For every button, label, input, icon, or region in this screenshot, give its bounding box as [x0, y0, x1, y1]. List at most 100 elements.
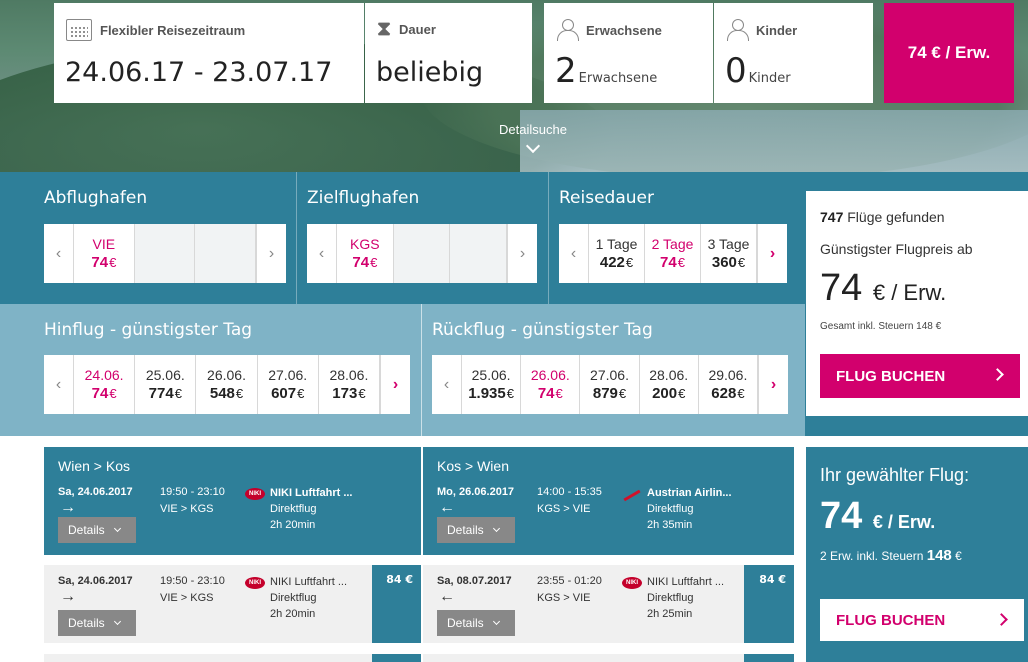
- flight-airports: VIE > KGS: [160, 503, 214, 515]
- travel-period-field[interactable]: Flexibler Reisezeitraum 24.06.17 - 23.07…: [54, 3, 364, 103]
- empty-slot: [450, 224, 508, 283]
- list-item[interactable]: [423, 654, 744, 662]
- hero-water: [520, 110, 1028, 172]
- chevron-left-icon[interactable]: ‹: [559, 224, 589, 283]
- divider: [548, 172, 549, 304]
- chevron-right-icon: [991, 368, 1004, 381]
- niki-logo-icon: NIKI: [245, 488, 265, 500]
- details-button[interactable]: Details: [58, 610, 136, 636]
- duration-option[interactable]: 3 Tage 360€: [701, 224, 757, 283]
- price-unit: € / Erw.: [872, 512, 936, 532]
- chevron-left-icon[interactable]: ‹: [432, 355, 462, 414]
- alternative-outbound-flight[interactable]: Sa, 24.06.2017 → 19:50 - 23:10 VIE > KGS…: [44, 565, 372, 643]
- destination-airport-title: Zielflughafen: [307, 188, 420, 208]
- chevron-down-icon: [113, 524, 121, 533]
- flight-airports: KGS > VIE: [537, 592, 591, 604]
- alt-outbound-price[interactable]: 84 €: [372, 565, 421, 643]
- return-day-carousel: ‹ 25.06. 1.935€ 26.06. 74€ 27.06. 879€ 28.0…: [432, 355, 788, 414]
- currency: €: [955, 549, 962, 563]
- adults-field[interactable]: Erwachsene 2 Erwachsene: [544, 3, 713, 103]
- travel-period-value: 24.06.17 - 23.07.17: [65, 57, 333, 88]
- alt-return-price[interactable]: 84 €: [744, 565, 794, 643]
- niki-logo-icon: NIKI: [622, 577, 642, 589]
- flight-duration: 2h 20min: [270, 519, 316, 531]
- duration-option[interactable]: 1 Tage 422€: [589, 224, 645, 283]
- outbound-day[interactable]: 25.06. 774€: [135, 355, 197, 414]
- calendar-icon: [66, 19, 92, 41]
- flight-date: Sa, 08.07.2017: [437, 575, 512, 587]
- chevron-right-icon[interactable]: ›: [507, 224, 537, 283]
- details-button[interactable]: Details: [437, 610, 515, 636]
- return-day[interactable]: 28.06. 200€: [640, 355, 699, 414]
- chevron-right-icon[interactable]: ›: [380, 355, 410, 414]
- chevron-right-icon[interactable]: ›: [757, 224, 787, 283]
- hourglass-icon: ⧗: [377, 18, 392, 40]
- flight-date: Sa, 24.06.2017: [58, 575, 133, 587]
- chevron-down-icon: [113, 617, 121, 626]
- detail-search-toggle[interactable]: Detailsuche: [490, 122, 576, 154]
- book-flight-button[interactable]: FLUG BUCHEN: [820, 354, 1020, 398]
- chevron-down-icon: [492, 617, 500, 626]
- flight-count: 747: [820, 209, 844, 225]
- return-day[interactable]: 29.06. 628€: [699, 355, 759, 414]
- flight-type: Direktflug: [270, 592, 317, 604]
- children-field[interactable]: Kinder 0 Kinder: [714, 3, 873, 103]
- divider: [296, 172, 297, 304]
- chevron-right-icon[interactable]: ›: [256, 224, 286, 283]
- details-button[interactable]: Details: [437, 517, 515, 543]
- duration-option[interactable]: 2 Tage 74€: [645, 224, 701, 283]
- price-unit: € / Erw.: [872, 280, 947, 305]
- empty-slot: [195, 224, 257, 283]
- chevron-down-icon: [525, 138, 541, 154]
- duration-field[interactable]: ⧗ Dauer beliebig: [365, 3, 532, 103]
- chevron-left-icon[interactable]: ‹: [307, 224, 337, 283]
- book-flight-button[interactable]: FLUG BUCHEN: [820, 599, 1024, 641]
- flights-found-label: Flüge gefunden: [847, 209, 945, 225]
- outbound-day[interactable]: 27.06. 607€: [258, 355, 319, 414]
- route-label: Wien > Kos: [58, 458, 130, 474]
- departure-carousel: ‹ VIE 74€ ›: [44, 224, 286, 283]
- cheapest-label: Günstigster Flugpreis ab: [820, 241, 973, 257]
- outbound-day[interactable]: 24.06. 74€: [74, 355, 136, 414]
- airline-name: NIKI Luftfahrt ...: [270, 487, 353, 499]
- flight-time: 23:55 - 01:20: [537, 575, 602, 587]
- airline-name: NIKI Luftfahrt ...: [647, 576, 725, 588]
- flight-airports: VIE > KGS: [160, 592, 214, 604]
- outbound-day[interactable]: 28.06. 173€: [319, 355, 381, 414]
- flight-date: Sa, 24.06.2017: [58, 486, 133, 498]
- flight-type: Direktflug: [647, 503, 694, 515]
- selected-price: 74: [820, 495, 863, 537]
- flight-duration: 2h 35min: [647, 519, 693, 531]
- price-cell: [372, 654, 421, 662]
- return-day[interactable]: 25.06. 1.935€: [462, 355, 522, 414]
- flight-date: Mo, 26.06.2017: [437, 486, 515, 498]
- chevron-left-icon[interactable]: ‹: [44, 355, 74, 414]
- cheapest-price: 74: [820, 267, 863, 309]
- chevron-left-icon[interactable]: ‹: [44, 224, 74, 283]
- destination-option[interactable]: KGS 74€: [337, 224, 394, 283]
- summary-card: 747 Flüge gefunden Günstigster Flugpreis…: [806, 191, 1028, 416]
- selected-return-flight[interactable]: Kos > Wien Mo, 26.06.2017 ← 14:00 - 15:3…: [423, 447, 794, 555]
- alternative-return-flight[interactable]: Sa, 08.07.2017 ← 23:55 - 01:20 KGS > VIE…: [423, 565, 744, 643]
- selected-outbound-flight[interactable]: Wien > Kos Sa, 24.06.2017 → 19:50 - 23:1…: [44, 447, 421, 555]
- selected-flight-panel: Ihr gewählter Flug: 74 € / Erw. 2 Erw. i…: [806, 447, 1028, 662]
- details-button[interactable]: Details: [58, 517, 136, 543]
- travel-period-label: Flexibler Reisezeitraum: [100, 22, 246, 38]
- return-title: Rückflug - günstigster Tag: [432, 320, 653, 340]
- chevron-right-icon[interactable]: ›: [758, 355, 788, 414]
- return-day[interactable]: 27.06. 879€: [580, 355, 640, 414]
- destination-carousel: ‹ KGS 74€ ›: [307, 224, 537, 283]
- arrow-left-icon: ←: [439, 499, 455, 516]
- flight-type: Direktflug: [647, 592, 694, 604]
- flight-type: Direktflug: [270, 503, 317, 515]
- flight-time: 14:00 - 15:35: [537, 486, 602, 498]
- flight-duration: 2h 25min: [647, 608, 693, 620]
- duration-carousel: ‹ 1 Tage 422€ 2 Tage 74€ 3 Tage 360€ ›: [559, 224, 787, 283]
- list-item[interactable]: [44, 654, 372, 662]
- outbound-day[interactable]: 26.06. 548€: [196, 355, 258, 414]
- return-day[interactable]: 26.06. 74€: [521, 355, 581, 414]
- price-button[interactable]: 74 € / Erw.: [884, 3, 1014, 103]
- departure-option[interactable]: VIE 74€: [74, 224, 135, 283]
- outbound-title: Hinflug - günstigster Tag: [44, 320, 253, 340]
- empty-slot: [134, 224, 196, 283]
